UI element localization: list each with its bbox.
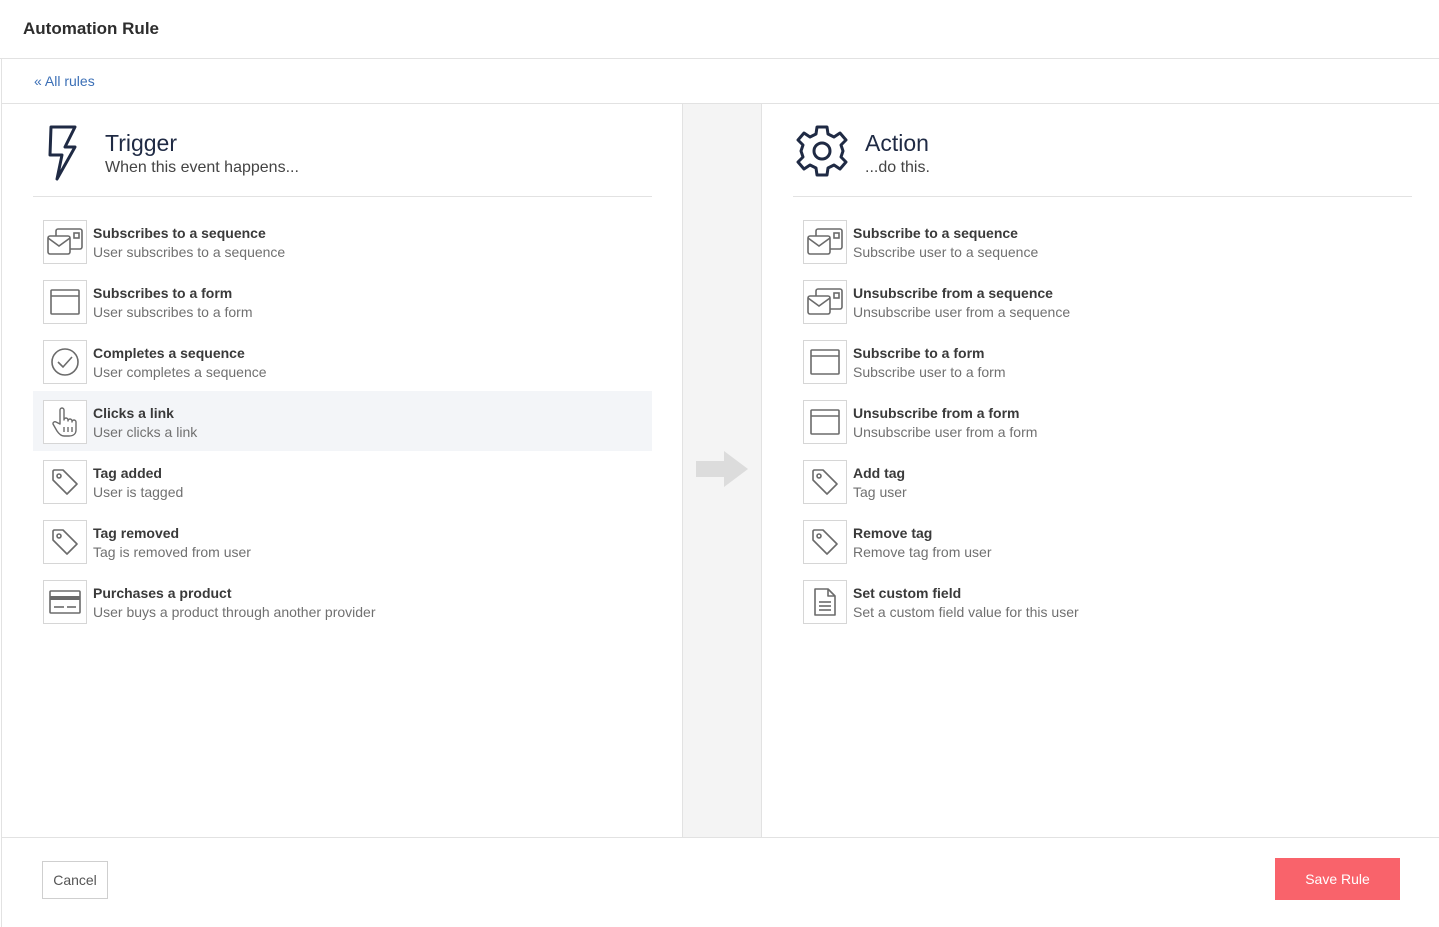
form-icon — [803, 340, 847, 384]
action-column: Action ...do this. Subscribe to a sequen… — [762, 104, 1439, 837]
trigger-item-title: Clicks a link — [93, 405, 174, 421]
trigger-item-title: Tag removed — [93, 525, 180, 541]
trigger-item-description: User subscribes to a sequence — [93, 244, 286, 260]
action-item-title: Add tag — [853, 465, 906, 481]
trigger-item-description: Tag is removed from user — [93, 544, 251, 560]
action-item-title: Unsubscribe from a sequence — [853, 285, 1053, 301]
arrow-right-icon — [696, 449, 750, 489]
action-title: Action — [865, 130, 929, 156]
action-item-set-custom-field[interactable]: Set custom field Set a custom field value… — [793, 571, 1412, 631]
trigger-item-description: User subscribes to a form — [93, 304, 253, 320]
footer: Cancel Save Rule — [2, 837, 1439, 927]
trigger-header: Trigger When this event happens... — [33, 122, 652, 197]
trigger-item-description: User clicks a link — [93, 424, 198, 440]
pointer-hand-icon — [43, 400, 87, 444]
all-rules-link[interactable]: « All rules — [34, 73, 95, 89]
trigger-subtitle: When this event happens... — [105, 159, 299, 176]
trigger-column: Trigger When this event happens... Subsc… — [2, 104, 682, 837]
action-list: Subscribe to a sequence Subscribe user to… — [793, 211, 1412, 631]
trigger-item-title: Subscribes to a form — [93, 285, 233, 301]
trigger-item-title: Subscribes to a sequence — [93, 225, 266, 241]
action-item-unsubscribe-from-a-form[interactable]: Unsubscribe from a form Unsubscribe user … — [793, 391, 1412, 451]
action-item-description: Subscribe user to a sequence — [853, 244, 1039, 260]
check-circle-icon — [43, 340, 87, 384]
form-icon — [803, 400, 847, 444]
tag-icon — [803, 460, 847, 504]
rule-editor-panel: « All rules Trigger When this event happ… — [1, 59, 1439, 927]
trigger-item-tag-removed[interactable]: Tag removed Tag is removed from user — [33, 511, 652, 571]
trigger-item-description: User completes a sequence — [93, 364, 267, 380]
action-item-title: Remove tag — [853, 525, 933, 541]
action-header: Action ...do this. — [793, 122, 1412, 197]
trigger-item-tag-added[interactable]: Tag added User is tagged — [33, 451, 652, 511]
action-item-description: Subscribe user to a form — [853, 364, 1006, 380]
sequence-icon — [43, 220, 87, 264]
trigger-title: Trigger — [105, 130, 177, 156]
tag-icon — [43, 460, 87, 504]
trigger-item-title: Tag added — [93, 465, 162, 481]
trigger-item-title: Completes a sequence — [93, 345, 245, 361]
action-item-title: Subscribe to a form — [853, 345, 985, 361]
action-subtitle: ...do this. — [865, 159, 930, 176]
action-item-description: Remove tag from user — [853, 544, 992, 560]
action-item-subscribe-to-a-sequence[interactable]: Subscribe to a sequence Subscribe user to… — [793, 211, 1412, 271]
action-item-description: Set a custom field value for this user — [853, 604, 1079, 620]
sequence-icon — [803, 220, 847, 264]
action-item-add-tag[interactable]: Add tag Tag user — [793, 451, 1412, 511]
gear-icon — [795, 124, 855, 184]
trigger-item-purchases-a-product[interactable]: Purchases a product User buys a product t… — [33, 571, 652, 631]
action-item-title: Set custom field — [853, 585, 962, 601]
credit-card-icon — [43, 580, 87, 624]
action-item-description: Unsubscribe user from a sequence — [853, 304, 1071, 320]
document-icon — [803, 580, 847, 624]
sequence-icon — [803, 280, 847, 324]
cancel-button[interactable]: Cancel — [42, 861, 108, 899]
flow-divider — [682, 104, 762, 837]
action-item-remove-tag[interactable]: Remove tag Remove tag from user — [793, 511, 1412, 571]
action-item-description: Unsubscribe user from a form — [853, 424, 1038, 440]
trigger-item-subscribes-to-a-sequence[interactable]: Subscribes to a sequence User subscribes … — [33, 211, 652, 271]
trigger-item-description: User buys a product through another prov… — [93, 604, 376, 620]
action-item-subscribe-to-a-form[interactable]: Subscribe to a form Subscribe user to a f… — [793, 331, 1412, 391]
save-rule-button[interactable]: Save Rule — [1275, 858, 1400, 900]
app-header: Automation Rule — [0, 0, 1439, 59]
form-icon — [43, 280, 87, 324]
trigger-item-clicks-a-link[interactable]: Clicks a link User clicks a link — [33, 391, 652, 451]
lightning-icon — [41, 123, 101, 183]
trigger-item-completes-a-sequence[interactable]: Completes a sequence User completes a seq… — [33, 331, 652, 391]
trigger-item-subscribes-to-a-form[interactable]: Subscribes to a form User subscribes to a… — [33, 271, 652, 331]
tag-icon — [803, 520, 847, 564]
tag-icon — [43, 520, 87, 564]
trigger-list: Subscribes to a sequence User subscribes … — [33, 211, 652, 631]
trigger-item-title: Purchases a product — [93, 585, 232, 601]
action-item-description: Tag user — [853, 484, 907, 500]
action-item-unsubscribe-from-a-sequence[interactable]: Unsubscribe from a sequence Unsubscribe u… — [793, 271, 1412, 331]
trigger-item-description: User is tagged — [93, 484, 184, 500]
action-item-title: Subscribe to a sequence — [853, 225, 1018, 241]
page-title: Automation Rule — [23, 19, 159, 38]
action-item-title: Unsubscribe from a form — [853, 405, 1020, 421]
breadcrumb: « All rules — [2, 59, 1439, 104]
